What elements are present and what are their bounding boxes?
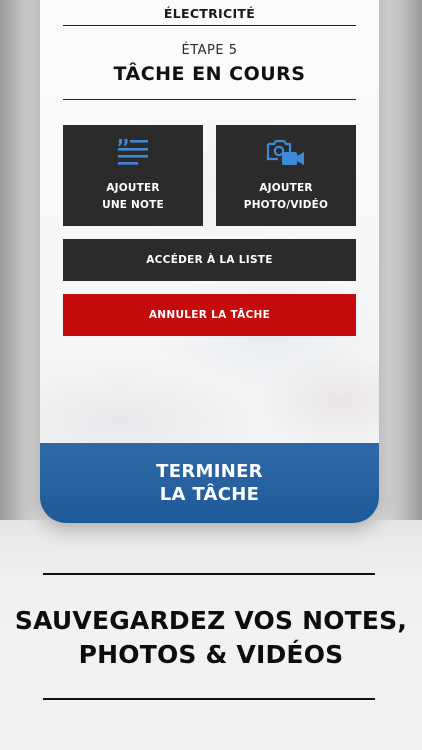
header-divider <box>63 25 356 26</box>
promo-headline-line2: PHOTOS & VIDÉOS <box>78 640 344 669</box>
promo-headline-line1: SAUVEGARDEZ VOS NOTES, <box>14 606 408 635</box>
finish-task-label-line2: LA TÂCHE <box>159 484 260 505</box>
add-note-label: AJOUTER UNE NOTE <box>63 180 203 214</box>
task-status-title: TÂCHE EN COURS <box>113 63 306 85</box>
promo-headline: SAUVEGARDEZ VOS NOTES, PHOTOS & VIDÉOS <box>0 604 422 672</box>
cancel-task-button[interactable]: ANNULER LA TÂCHE <box>63 294 356 336</box>
title-divider <box>63 99 356 100</box>
add-note-button[interactable]: AJOUTER UNE NOTE <box>63 125 203 226</box>
open-list-button[interactable]: ACCÉDER À LA LISTE <box>63 239 356 281</box>
add-photo-video-label-line1: AJOUTER <box>259 182 313 194</box>
camera-video-icon <box>216 137 356 167</box>
phone-screen: ÉLECTRICITÉ ÉTAPE 5 TÂCHE EN COURS AJOUT… <box>40 0 379 523</box>
finish-task-button[interactable]: TERMINER LA TÂCHE <box>40 443 379 523</box>
add-photo-video-label: AJOUTER PHOTO/VIDÉO <box>216 180 356 214</box>
promo-bottom-divider <box>43 698 375 700</box>
step-label: ÉTAPE 5 <box>181 43 238 58</box>
note-lines-icon <box>63 137 203 167</box>
add-note-label-line2: UNE NOTE <box>102 199 164 211</box>
task-screen: ÉLECTRICITÉ ÉTAPE 5 TÂCHE EN COURS AJOUT… <box>40 0 379 523</box>
add-photo-video-button[interactable]: AJOUTER PHOTO/VIDÉO <box>216 125 356 226</box>
add-photo-video-label-line2: PHOTO/VIDÉO <box>243 199 329 211</box>
finish-task-label-line1: TERMINER <box>156 461 263 482</box>
category-label: ÉLECTRICITÉ <box>163 6 256 21</box>
add-note-label-line1: AJOUTER <box>106 182 160 194</box>
promo-top-divider <box>43 573 375 575</box>
